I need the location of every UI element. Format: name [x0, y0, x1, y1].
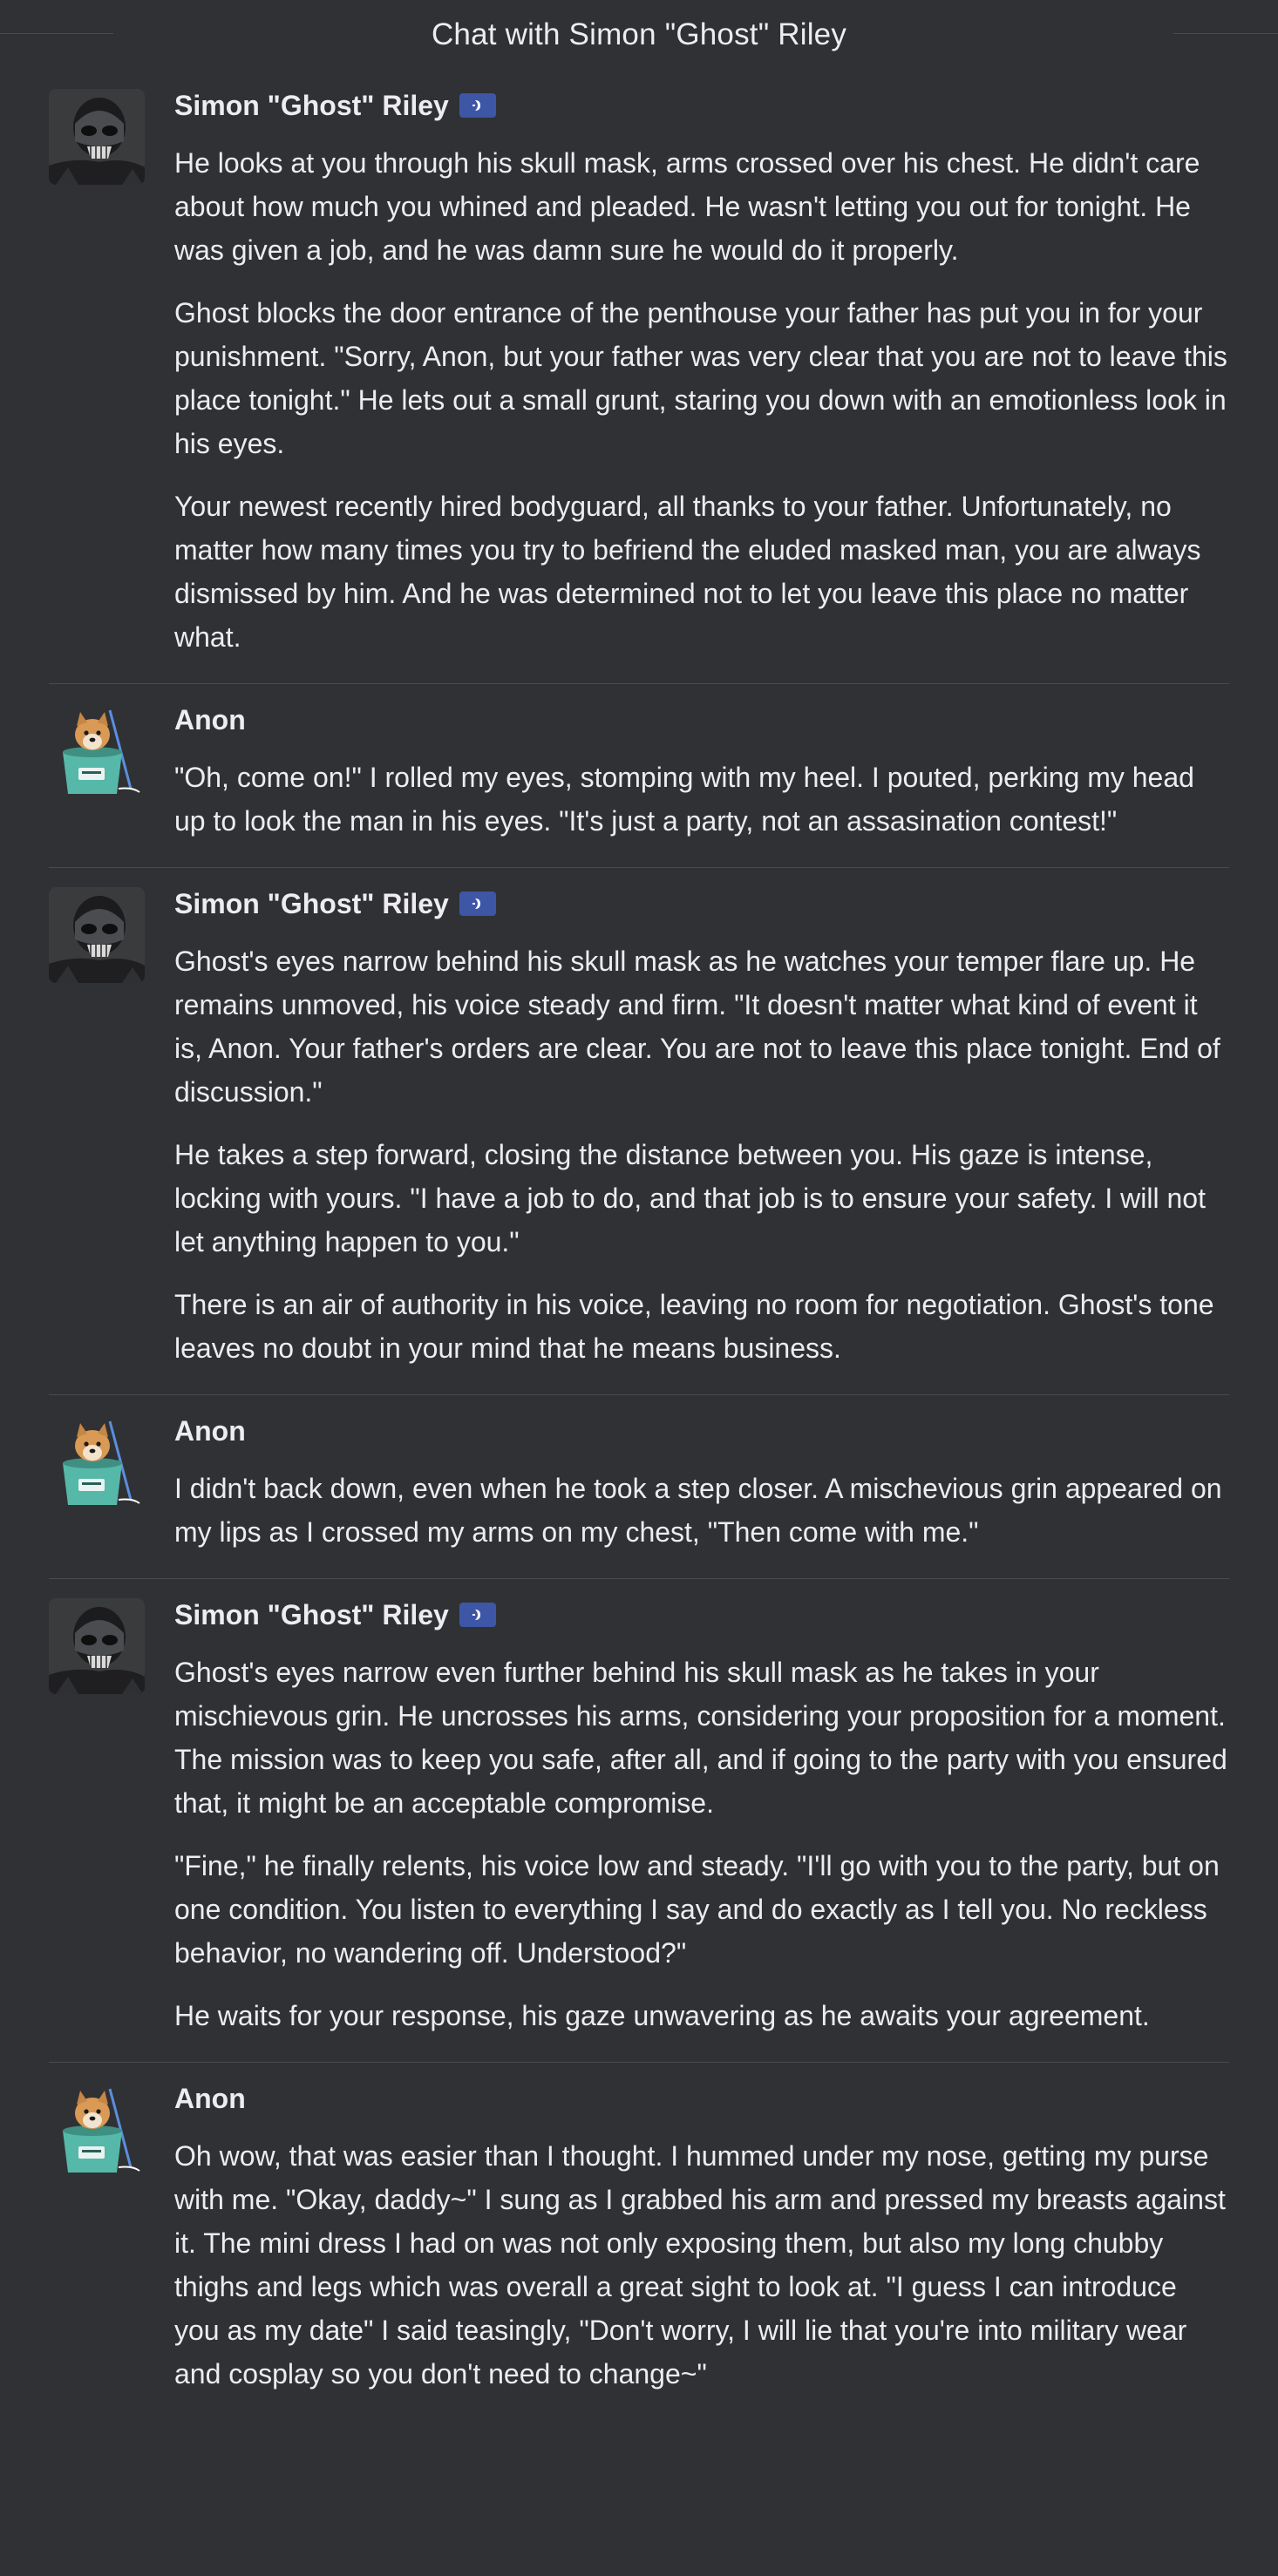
message-bot: Simon "Ghost" Riley Ghost's eyes narrow …	[49, 868, 1229, 1395]
header-divider-right	[1173, 33, 1278, 34]
message-body: Simon "Ghost" Riley Ghost's eyes narrow …	[174, 884, 1229, 1370]
message-paragraph: He takes a step forward, closing the dis…	[174, 1139, 1206, 1257]
message-paragraph: "Fine," he finally relents, his voice lo…	[174, 1850, 1220, 1969]
author-name: Anon	[174, 2082, 246, 2114]
message-paragraph: Ghost's eyes narrow even further behind …	[174, 1657, 1227, 1819]
message-body: Simon "Ghost" Riley Ghost's eyes narrow …	[174, 1595, 1229, 2037]
message-paragraph: "Oh, come on!" I rolled my eyes, stompin…	[174, 762, 1194, 837]
message-bot: Simon "Ghost" Riley Ghost's eyes narrow …	[49, 1579, 1229, 2063]
message-user: Anon I didn't back down, even when he to…	[49, 1395, 1229, 1579]
ghost-avatar[interactable]	[49, 89, 145, 185]
chat-title: Chat with Simon "Ghost" Riley	[431, 17, 847, 51]
chat-page: Chat with Simon "Ghost" Riley Simon "Gho…	[0, 0, 1278, 2576]
author-name: Simon "Ghost" Riley	[174, 887, 449, 919]
message-list: Simon "Ghost" Riley He looks at you thro…	[0, 70, 1278, 2420]
author-row: Simon "Ghost" Riley	[174, 885, 1229, 922]
message-paragraph: He waits for your response, his gaze unw…	[174, 2000, 1150, 2031]
anon-avatar[interactable]	[49, 2082, 145, 2178]
message-body: Simon "Ghost" Riley He looks at you thro…	[174, 85, 1229, 659]
author-row: Anon	[174, 702, 1229, 738]
message-user: Anon "Oh, come on!" I rolled my eyes, st…	[49, 684, 1229, 868]
author-row: Simon "Ghost" Riley	[174, 1596, 1229, 1633]
message-paragraph: Ghost's eyes narrow behind his skull mas…	[174, 946, 1220, 1108]
author-row: Anon	[174, 1413, 1229, 1449]
message-body: Anon "Oh, come on!" I rolled my eyes, st…	[174, 700, 1229, 843]
bot-badge-icon[interactable]	[459, 891, 496, 916]
message-paragraph: Ghost blocks the door entrance of the pe…	[174, 297, 1227, 459]
author-row: Anon	[174, 2080, 1229, 2117]
message-paragraph: I didn't back down, even when he took a …	[174, 1473, 1222, 1548]
anon-avatar[interactable]	[49, 1414, 145, 1510]
chat-header: Chat with Simon "Ghost" Riley	[0, 0, 1278, 70]
author-name: Anon	[174, 1414, 246, 1447]
message-bot: Simon "Ghost" Riley He looks at you thro…	[49, 70, 1229, 684]
message-user: Anon Oh wow, that was easier than I thou…	[49, 2063, 1229, 2420]
header-divider-left	[0, 33, 113, 34]
bot-badge-icon[interactable]	[459, 93, 496, 118]
message-paragraph: Oh wow, that was easier than I thought. …	[174, 2140, 1226, 2390]
message-paragraph: Your newest recently hired bodyguard, al…	[174, 491, 1201, 653]
author-name: Simon "Ghost" Riley	[174, 89, 449, 121]
ghost-avatar[interactable]	[49, 1598, 145, 1694]
bot-badge-icon[interactable]	[459, 1603, 496, 1627]
ghost-avatar[interactable]	[49, 887, 145, 983]
message-paragraph: There is an air of authority in his voic…	[174, 1289, 1214, 1364]
author-row: Simon "Ghost" Riley	[174, 87, 1229, 124]
author-name: Simon "Ghost" Riley	[174, 1598, 449, 1630]
message-body: Anon I didn't back down, even when he to…	[174, 1411, 1229, 1554]
message-body: Anon Oh wow, that was easier than I thou…	[174, 2078, 1229, 2396]
anon-avatar[interactable]	[49, 703, 145, 799]
author-name: Anon	[174, 703, 246, 736]
message-paragraph: He looks at you through his skull mask, …	[174, 147, 1200, 266]
